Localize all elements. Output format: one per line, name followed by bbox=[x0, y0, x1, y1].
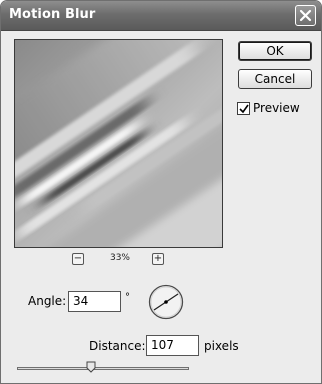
dialog-title: Motion Blur bbox=[9, 7, 96, 22]
distance-unit: pixels bbox=[204, 339, 239, 353]
preview-checkbox[interactable] bbox=[237, 102, 250, 115]
close-button[interactable] bbox=[295, 5, 316, 26]
motion-blur-dialog: Motion Blur − 33% + OK Cancel Preview An… bbox=[0, 0, 322, 384]
title-bar[interactable]: Motion Blur bbox=[1, 1, 321, 31]
distance-slider-thumb[interactable] bbox=[86, 361, 96, 373]
angle-dial[interactable] bbox=[148, 284, 184, 320]
ok-button[interactable]: OK bbox=[238, 41, 312, 61]
cancel-button[interactable]: Cancel bbox=[238, 69, 312, 89]
angle-input[interactable]: 34 bbox=[68, 291, 121, 312]
zoom-level: 33% bbox=[109, 253, 130, 263]
checkmark-icon bbox=[239, 104, 249, 114]
distance-input[interactable]: 107 bbox=[146, 335, 199, 356]
preview-image[interactable] bbox=[14, 39, 223, 248]
degree-symbol: ° bbox=[125, 292, 130, 303]
angle-label: Angle: bbox=[28, 294, 67, 308]
distance-slider-track[interactable] bbox=[17, 367, 189, 370]
preview-label[interactable]: Preview bbox=[253, 101, 300, 115]
minus-icon: − bbox=[73, 253, 83, 264]
close-icon bbox=[299, 9, 312, 22]
zoom-out-button[interactable]: − bbox=[72, 253, 84, 265]
distance-label: Distance: bbox=[89, 339, 146, 353]
plus-icon: + bbox=[153, 253, 163, 264]
zoom-in-button[interactable]: + bbox=[152, 253, 164, 265]
